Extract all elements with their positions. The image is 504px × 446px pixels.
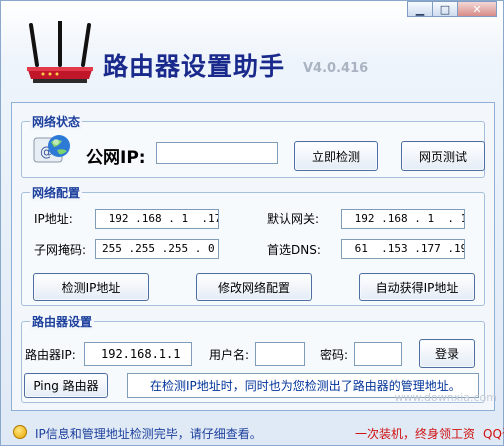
check-now-button[interactable]: 立即检测 (294, 141, 378, 171)
router-ip-label: 路由器IP: (25, 348, 76, 362)
ip-address-field[interactable]: 192 .168 . 1 .176 (95, 209, 219, 229)
preferred-dns-field[interactable]: 61 .153 .177 .196 (341, 239, 465, 259)
app-version: V4.0.416 (303, 61, 369, 76)
ip-address-label: IP地址: (34, 212, 73, 226)
globe-icon: @ (33, 135, 70, 163)
network-config-legend: 网络配置 (30, 184, 83, 201)
network-status-legend: 网络状态 (30, 113, 83, 130)
public-ip-field[interactable] (156, 142, 278, 164)
login-button[interactable]: 登录 (419, 339, 475, 368)
main-panel: 网络状态 @ 公网IP: 立即检测 网页测试 网络配置 IP地址: 192 .1… (11, 102, 495, 411)
network-config-group: 网络配置 IP地址: 192 .168 . 1 .176 默认网关: 192 .… (21, 184, 485, 306)
info-icon (13, 425, 27, 439)
default-gateway-label: 默认网关: (267, 212, 320, 226)
close-button[interactable]: ✕ (457, 1, 497, 17)
preferred-dns-label: 首选DNS: (267, 243, 321, 257)
network-status-group: 网络状态 @ 公网IP: 立即检测 网页测试 (21, 113, 485, 178)
status-text: IP信息和管理地址检测完毕，请仔细查看。 (35, 427, 262, 441)
promo-area: 一次装机，终身领工资 QQ咨询 (355, 425, 504, 442)
ping-router-button[interactable]: Ping 路由器 (24, 373, 108, 398)
password-field[interactable] (354, 342, 402, 366)
qq-consult-link[interactable]: QQ咨询 (483, 427, 504, 441)
window-controls: ▁ □ ✕ (407, 1, 497, 17)
auto-ip-button[interactable]: 自动获得IP地址 (359, 273, 475, 301)
username-label: 用户名: (209, 348, 250, 362)
app-title: 路由器设置助手 (103, 52, 286, 81)
minimize-button[interactable]: ▁ (407, 1, 433, 17)
password-label: 密码: (320, 348, 349, 362)
subnet-mask-field[interactable]: 255 .255 .255 . 0 (95, 239, 219, 259)
router-settings-legend: 路由器设置 (30, 313, 95, 330)
subnet-mask-label: 子网掩码: (34, 243, 87, 257)
default-gateway-field[interactable]: 192 .168 . 1 . 1 (341, 209, 465, 229)
router-ip-field[interactable]: 192.168.1.1 (84, 342, 192, 366)
app-window: ▁ □ ✕ 路由器设置助手 V4.0.416 网络状态 @ 公网IP: 立即检测… (0, 0, 504, 446)
public-ip-label: 公网IP: (86, 148, 146, 168)
username-field[interactable] (255, 342, 305, 366)
detect-ip-button[interactable]: 检测IP地址 (33, 273, 149, 301)
watermark: www.downxia.com (394, 391, 497, 404)
modify-config-button[interactable]: 修改网络配置 (196, 273, 312, 301)
router-icon (27, 21, 93, 83)
maximize-button[interactable]: □ (432, 1, 458, 17)
web-test-button[interactable]: 网页测试 (401, 141, 485, 171)
promo-link[interactable]: 一次装机，终身领工资 (355, 427, 475, 441)
